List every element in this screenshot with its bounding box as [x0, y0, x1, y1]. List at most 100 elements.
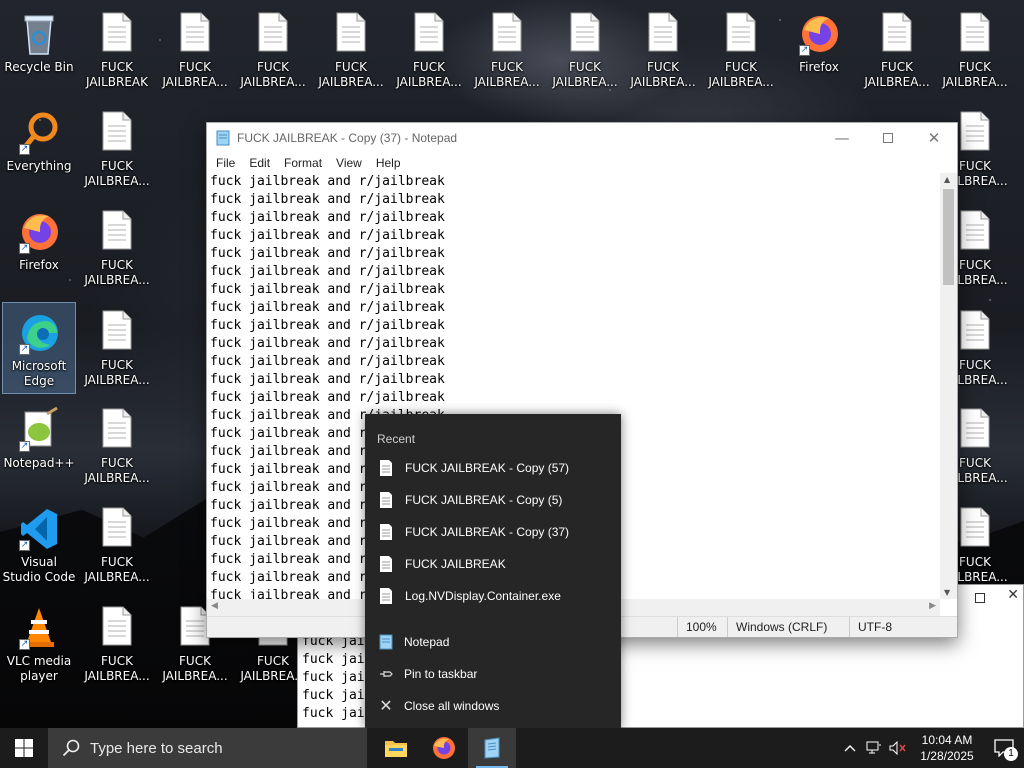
notification-center-button[interactable]: 1: [984, 728, 1024, 768]
desktop-icon-firefox[interactable]: ↗ Firefox: [2, 202, 76, 294]
desktop-icon-text-file[interactable]: FUCK JAILBREA...: [314, 4, 388, 96]
desktop-icon-text-file[interactable]: FUCK JAILBREA...: [80, 103, 154, 195]
scroll-up-icon[interactable]: ▲: [944, 175, 950, 184]
close-all-windows-action[interactable]: ✕ Close all windows: [365, 690, 621, 722]
icon-label: FUCK JAILBREA...: [942, 60, 1008, 89]
menu-view[interactable]: View: [329, 156, 369, 170]
desktop-icon-text-file[interactable]: FUCK JAILBREA...: [80, 302, 154, 394]
jump-list-heading: Recent: [377, 432, 416, 446]
scroll-down-icon[interactable]: ▼: [944, 588, 950, 597]
volume-muted-icon[interactable]: [886, 728, 910, 768]
scroll-left-icon[interactable]: ◀: [211, 601, 218, 611]
action-label: Close all windows: [404, 699, 500, 713]
desktop-icon-vscode[interactable]: ↗ Visual Studio Code: [2, 499, 76, 591]
text-file-icon: [97, 208, 137, 254]
jump-list-separator: [365, 612, 621, 626]
scroll-right-icon[interactable]: ▶: [929, 601, 936, 611]
icon-label: FUCK JAILBREA...: [552, 60, 618, 89]
icon-label: Firefox: [19, 258, 59, 272]
text-file-icon: [955, 208, 995, 254]
desktop-icon-text-file[interactable]: FUCK JAILBREA...: [626, 4, 700, 96]
icon-label: FUCK JAILBREA...: [318, 60, 384, 89]
desktop-icon-text-file[interactable]: FUCK JAILBREA...: [392, 4, 466, 96]
icon-label: FUCK JAILBREA...: [474, 60, 540, 89]
desktop-icon-text-file[interactable]: FUCK JAILBREA...: [860, 4, 934, 96]
recent-item[interactable]: FUCK JAILBREAK - Copy (5): [365, 484, 621, 516]
recent-item-label: FUCK JAILBREAK - Copy (5): [405, 493, 563, 507]
text-file-icon: [380, 492, 392, 508]
status-line-endings: Windows (CRLF): [727, 617, 849, 637]
taskbar-notepad[interactable]: [468, 728, 516, 768]
desktop-icon-vlc[interactable]: ↗ VLC media player: [2, 598, 76, 690]
text-file-icon: [955, 10, 995, 56]
text-line: fuck jailbreak and r/jailbreak: [210, 192, 445, 207]
open-notepad-action[interactable]: Notepad: [365, 626, 621, 658]
icon-label: FUCK JAILBREA...: [84, 456, 150, 485]
notification-badge: 1: [1004, 747, 1018, 761]
recent-item[interactable]: Log.NVDisplay.Container.exe: [365, 580, 621, 612]
maximize-icon: [883, 133, 893, 143]
taskbar-file-explorer[interactable]: [372, 728, 420, 768]
menu-format[interactable]: Format: [277, 156, 329, 170]
window-title: FUCK JAILBREAK - Copy (37) - Notepad: [237, 131, 458, 145]
action-label: Notepad: [404, 635, 450, 649]
start-button[interactable]: [0, 728, 48, 768]
notepad-titlebar[interactable]: FUCK JAILBREAK - Copy (37) - Notepad — ✕: [207, 123, 957, 153]
text-file-icon: [380, 588, 392, 604]
icon-label: Recycle Bin: [4, 60, 74, 74]
taskbar-firefox[interactable]: [420, 728, 468, 768]
desktop-icon-text-file[interactable]: FUCK JAILBREA...: [80, 202, 154, 294]
desktop-icon-notepadpp[interactable]: ↗ Notepad++: [2, 400, 76, 492]
vscode-icon: ↗: [19, 505, 59, 551]
maximize-icon[interactable]: [975, 593, 985, 603]
text-line: fuck jailbreak and r/jailbreak: [210, 390, 445, 405]
close-button[interactable]: ✕: [911, 123, 957, 153]
maximize-button[interactable]: [865, 123, 911, 153]
icon-label: FUCK JAILBREA...: [396, 60, 462, 89]
desktop-icon-everything[interactable]: ↗ Everything: [2, 103, 76, 195]
vlc-cone-icon: ↗: [19, 604, 59, 650]
desktop-icon-text-file[interactable]: FUCK JAILBREA...: [236, 4, 310, 96]
menu-bar: File Edit Format View Help: [207, 153, 957, 173]
vertical-scrollbar[interactable]: ▲ ▼: [940, 173, 957, 599]
icon-label: FUCK JAILBREA...: [240, 60, 306, 89]
desktop-icon-text-file[interactable]: FUCK JAILBREA...: [938, 4, 1012, 96]
desktop-icon-text-file[interactable]: FUCK JAILBREA...: [548, 4, 622, 96]
desktop-icon-text-file[interactable]: FUCK JAILBREA...: [470, 4, 544, 96]
minimize-button[interactable]: —: [819, 123, 865, 153]
menu-file[interactable]: File: [209, 156, 242, 170]
text-file-icon: [955, 505, 995, 551]
system-tray: 10:04 AM 1/28/2025 1: [838, 728, 1024, 768]
desktop-icon-text-file[interactable]: FUCK JAILBREA...: [704, 4, 778, 96]
desktop-icon-text-file[interactable]: FUCK JAILBREA...: [158, 4, 232, 96]
desktop-icon-text-file[interactable]: FUCK JAILBREA...: [80, 598, 154, 690]
scrollbar-thumb[interactable]: [943, 189, 954, 285]
close-icon[interactable]: ✕: [1007, 587, 1019, 603]
clock-date: 1/28/2025: [920, 749, 974, 763]
taskbar-clock[interactable]: 10:04 AM 1/28/2025: [910, 732, 984, 764]
text-line: fuck jailbreak and r/jailbreak: [210, 282, 445, 297]
recent-item[interactable]: FUCK JAILBREAK - Copy (57): [365, 452, 621, 484]
taskbar-search-box[interactable]: Type here to search: [48, 728, 367, 768]
text-file-icon: [97, 109, 137, 155]
notepad-app-icon: [484, 737, 500, 759]
network-icon[interactable]: [862, 728, 886, 768]
icon-label: FUCK JAILBREA...: [84, 159, 150, 188]
desktop-icon-text-file[interactable]: FUCK JAILBREAK: [80, 4, 154, 96]
text-line: fuck jailbreak and r/jailbreak: [210, 300, 445, 315]
desktop-icon-edge[interactable]: ↗ Microsoft Edge: [2, 302, 76, 394]
desktop-icon-text-file[interactable]: FUCK JAILBREA...: [80, 499, 154, 591]
icon-label: FUCK JAILBREA...: [708, 60, 774, 89]
desktop-icon-recycle-bin[interactable]: Recycle Bin: [2, 4, 76, 96]
recent-item[interactable]: FUCK JAILBREAK: [365, 548, 621, 580]
pin-to-taskbar-action[interactable]: Pin to taskbar: [365, 658, 621, 690]
pin-icon: [378, 666, 394, 682]
menu-edit[interactable]: Edit: [242, 156, 277, 170]
chevron-up-icon[interactable]: [838, 728, 862, 768]
menu-help[interactable]: Help: [369, 156, 408, 170]
desktop-icon-text-file[interactable]: FUCK JAILBREA...: [80, 400, 154, 492]
desktop-icon-firefox[interactable]: ↗ Firefox: [782, 4, 856, 96]
recent-item[interactable]: FUCK JAILBREAK - Copy (37): [365, 516, 621, 548]
icon-label: FUCK JAILBREA...: [84, 654, 150, 683]
text-line: fuck jailbreak and r/jailbreak: [210, 318, 445, 333]
